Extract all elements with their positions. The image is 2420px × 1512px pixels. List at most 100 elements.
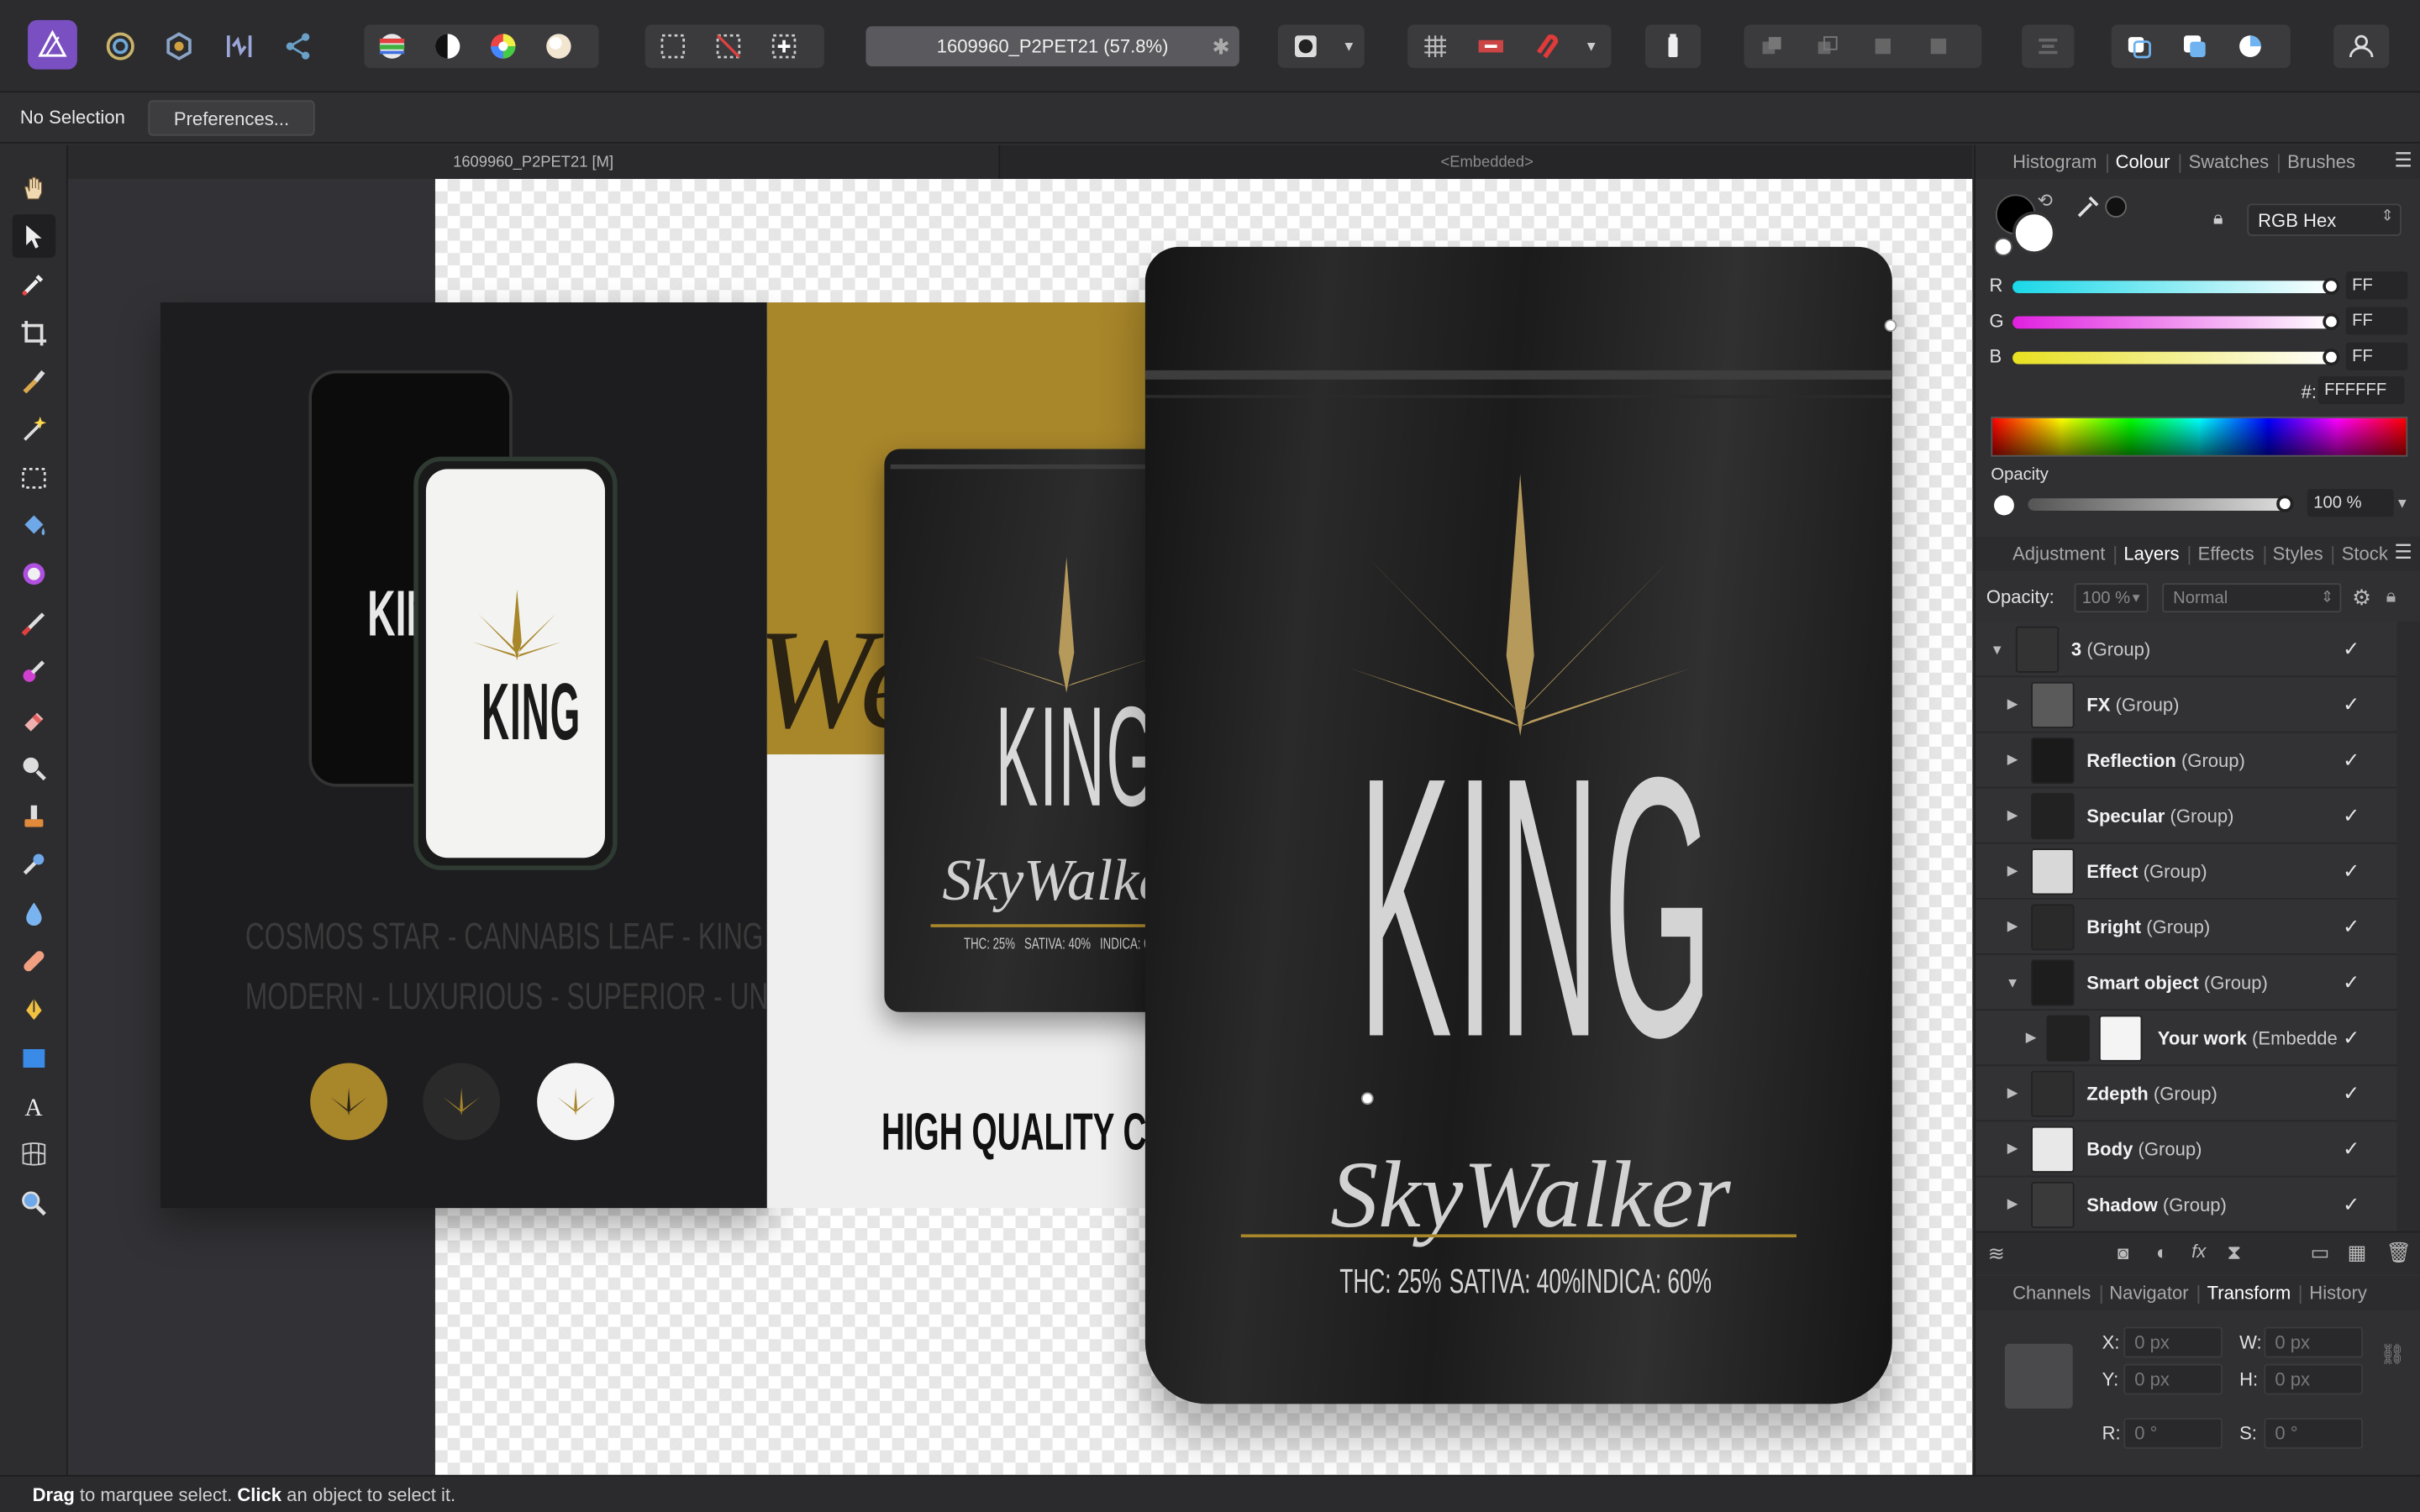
persona-tonemap-icon[interactable] bbox=[212, 24, 267, 67]
tab-embedded[interactable]: <Embedded> bbox=[1002, 145, 1972, 179]
live-filter-icon[interactable]: ⧗ bbox=[2227, 1241, 2241, 1265]
picked-color-swatch[interactable] bbox=[2105, 196, 2128, 218]
favorite-star-icon[interactable]: ✱ bbox=[1212, 34, 1230, 60]
secondary-color-well[interactable] bbox=[2012, 211, 2056, 255]
quick-mask-icon[interactable] bbox=[1278, 24, 1334, 67]
blend-mode-select[interactable]: Normal ⇕ bbox=[2162, 583, 2342, 613]
panel-menu-icon[interactable]: ☰ bbox=[2394, 148, 2412, 172]
layer-row[interactable]: ▶ Specular (Group) ✓ bbox=[1975, 789, 2397, 844]
tab-brushes[interactable]: Brushes bbox=[2278, 151, 2365, 173]
layers-stack-icon[interactable]: ≋ bbox=[1988, 1242, 2005, 1267]
layer-row[interactable]: ▶ Body (Group) ✓ bbox=[1975, 1121, 2397, 1178]
layers-scrollbar[interactable] bbox=[2396, 622, 2420, 1231]
expand-chevron-icon[interactable]: ▶ bbox=[2003, 1195, 2022, 1212]
black-white-icon[interactable] bbox=[420, 24, 476, 67]
layer-row[interactable]: ▶ Zdepth (Group) ✓ bbox=[1975, 1066, 2397, 1122]
collapse-chevron-icon[interactable]: ▼ bbox=[2003, 974, 2022, 990]
layer-visibility-checkbox[interactable]: ✓ bbox=[2343, 803, 2360, 827]
hsl-icon[interactable] bbox=[476, 24, 531, 67]
layer-row[interactable]: ▶ FX (Group) ✓ bbox=[1975, 677, 2397, 733]
opacity-value[interactable]: 100 % bbox=[2307, 489, 2394, 517]
layer-visibility-checkbox[interactable]: ✓ bbox=[2343, 1137, 2360, 1161]
opacity-dropdown-icon[interactable]: ▼ bbox=[2396, 496, 2409, 511]
fx-icon[interactable]: fx bbox=[2191, 1241, 2206, 1263]
levels-icon[interactable] bbox=[364, 24, 419, 67]
persona-photo-icon[interactable] bbox=[92, 24, 148, 67]
grid-snap-icon[interactable] bbox=[1407, 24, 1463, 67]
blemish-removal-tool-icon[interactable] bbox=[13, 843, 55, 885]
b-slider[interactable] bbox=[2012, 351, 2334, 365]
rectangle-tool-icon[interactable] bbox=[13, 1037, 55, 1079]
anchor-selector[interactable] bbox=[2004, 1343, 2073, 1409]
tab-effects[interactable]: Effects bbox=[2188, 543, 2264, 565]
color-picker-tool-icon[interactable] bbox=[13, 262, 55, 305]
link-dimensions-icon[interactable]: ⛓︎ bbox=[2380, 1342, 2405, 1367]
shear-field[interactable]: 0 ° bbox=[2264, 1417, 2364, 1449]
tab-document[interactable]: 1609960_P2PET21 [M] bbox=[67, 144, 1001, 180]
r-slider-knob[interactable] bbox=[2323, 277, 2340, 295]
user-account-icon[interactable] bbox=[2333, 24, 2389, 67]
opacity-slider-knob[interactable] bbox=[2276, 495, 2294, 512]
g-slider-knob[interactable] bbox=[2323, 312, 2340, 331]
tab-colour[interactable]: Colour bbox=[2106, 151, 2180, 173]
eyedropper-icon[interactable] bbox=[2075, 193, 2102, 221]
add-mask-icon[interactable]: ◙ bbox=[2118, 1242, 2128, 1264]
layer-row[interactable]: ▼ 3 (Group) ✓ bbox=[1975, 622, 2397, 678]
layer-row[interactable]: ▶ Shadow (Group) ✓ bbox=[1975, 1177, 2397, 1233]
pen-tool-icon[interactable] bbox=[13, 988, 55, 1031]
healing-brush-tool-icon[interactable] bbox=[13, 940, 55, 983]
toggle-ui-icon[interactable] bbox=[2167, 24, 2223, 67]
layer-visibility-checkbox[interactable]: ✓ bbox=[2343, 748, 2360, 772]
blur-brush-tool-icon[interactable] bbox=[13, 892, 55, 935]
expand-chevron-icon[interactable]: ▶ bbox=[2022, 1029, 2040, 1046]
marquee-tool-icon[interactable] bbox=[13, 457, 55, 500]
artistic-text-tool-icon[interactable]: A bbox=[13, 1084, 55, 1127]
color-replacement-tool-icon[interactable] bbox=[13, 649, 55, 692]
layer-visibility-checkbox[interactable]: ✓ bbox=[2343, 1026, 2360, 1050]
h-field[interactable]: 0 px bbox=[2264, 1363, 2364, 1395]
layer-row[interactable]: ▶ Effect (Group) ✓ bbox=[1975, 844, 2397, 900]
layers-menu-icon[interactable]: ☰ bbox=[2394, 540, 2412, 564]
align-snap-icon[interactable] bbox=[1463, 24, 1518, 67]
snapping-magnet-icon[interactable] bbox=[1518, 24, 1574, 67]
hex-value[interactable]: FFFFFF bbox=[2317, 376, 2405, 405]
white-balance-icon[interactable] bbox=[531, 24, 587, 67]
selection-brush-tool-icon[interactable] bbox=[13, 360, 55, 402]
layer-row[interactable]: ▶ Bright (Group) ✓ bbox=[1975, 900, 2397, 955]
g-slider[interactable] bbox=[2012, 316, 2334, 329]
expand-chevron-icon[interactable]: ▶ bbox=[2003, 696, 2022, 712]
selection-handle-left[interactable] bbox=[1360, 1092, 1374, 1105]
flood-select-tool-icon[interactable] bbox=[13, 407, 55, 450]
layer-visibility-checkbox[interactable]: ✓ bbox=[2343, 914, 2360, 938]
deselect-icon[interactable] bbox=[701, 24, 756, 67]
intersect-shapes-icon[interactable] bbox=[1855, 24, 1911, 67]
delete-layer-icon[interactable]: 🗑︎ bbox=[2386, 1241, 2412, 1265]
tab-histogram[interactable]: Histogram bbox=[2003, 151, 2106, 173]
layer-visibility-checkbox[interactable]: ✓ bbox=[2343, 1081, 2360, 1105]
layer-settings-gear-icon[interactable]: ⚙ bbox=[2352, 585, 2371, 611]
tab-stock[interactable]: Stock bbox=[2332, 543, 2397, 565]
add-pixel-layer-icon[interactable]: ▦ bbox=[2348, 1241, 2367, 1265]
align-icon[interactable] bbox=[2022, 24, 2074, 67]
canvas-area[interactable]: KING KING COSMOS STAR - CANNABIS LEAF - … bbox=[67, 179, 1973, 1475]
x-field[interactable]: 0 px bbox=[2123, 1326, 2223, 1358]
tab-swatches[interactable]: Swatches bbox=[2179, 151, 2279, 173]
paint-brush-tool-icon[interactable] bbox=[13, 601, 55, 644]
dodge-tool-icon[interactable] bbox=[13, 747, 55, 790]
mesh-warp-tool-icon[interactable] bbox=[13, 1132, 55, 1175]
no-color-icon[interactable] bbox=[1994, 237, 2013, 256]
tab-transform[interactable]: Transform bbox=[2197, 1282, 2301, 1305]
view-mode-icon[interactable] bbox=[2223, 24, 2278, 67]
subtract-shapes-icon[interactable] bbox=[1800, 24, 1855, 67]
colour-model-select[interactable]: RGB Hex ⇕ bbox=[2247, 203, 2402, 237]
b-value[interactable]: FF bbox=[2345, 342, 2408, 370]
selection-handle[interactable] bbox=[1884, 319, 1897, 332]
tab-layers[interactable]: Layers bbox=[2114, 543, 2188, 565]
r-slider[interactable] bbox=[2012, 281, 2334, 293]
preferences-button[interactable]: Preferences... bbox=[148, 100, 315, 136]
tab-channels[interactable]: Channels bbox=[2003, 1282, 2100, 1304]
xor-shapes-icon[interactable] bbox=[1911, 24, 1966, 67]
expand-chevron-icon[interactable]: ▶ bbox=[2003, 918, 2022, 935]
g-value[interactable]: FF bbox=[2345, 307, 2408, 335]
document-title-field[interactable]: 1609960_P2PET21 (57.8%) ✱ bbox=[865, 26, 1239, 66]
